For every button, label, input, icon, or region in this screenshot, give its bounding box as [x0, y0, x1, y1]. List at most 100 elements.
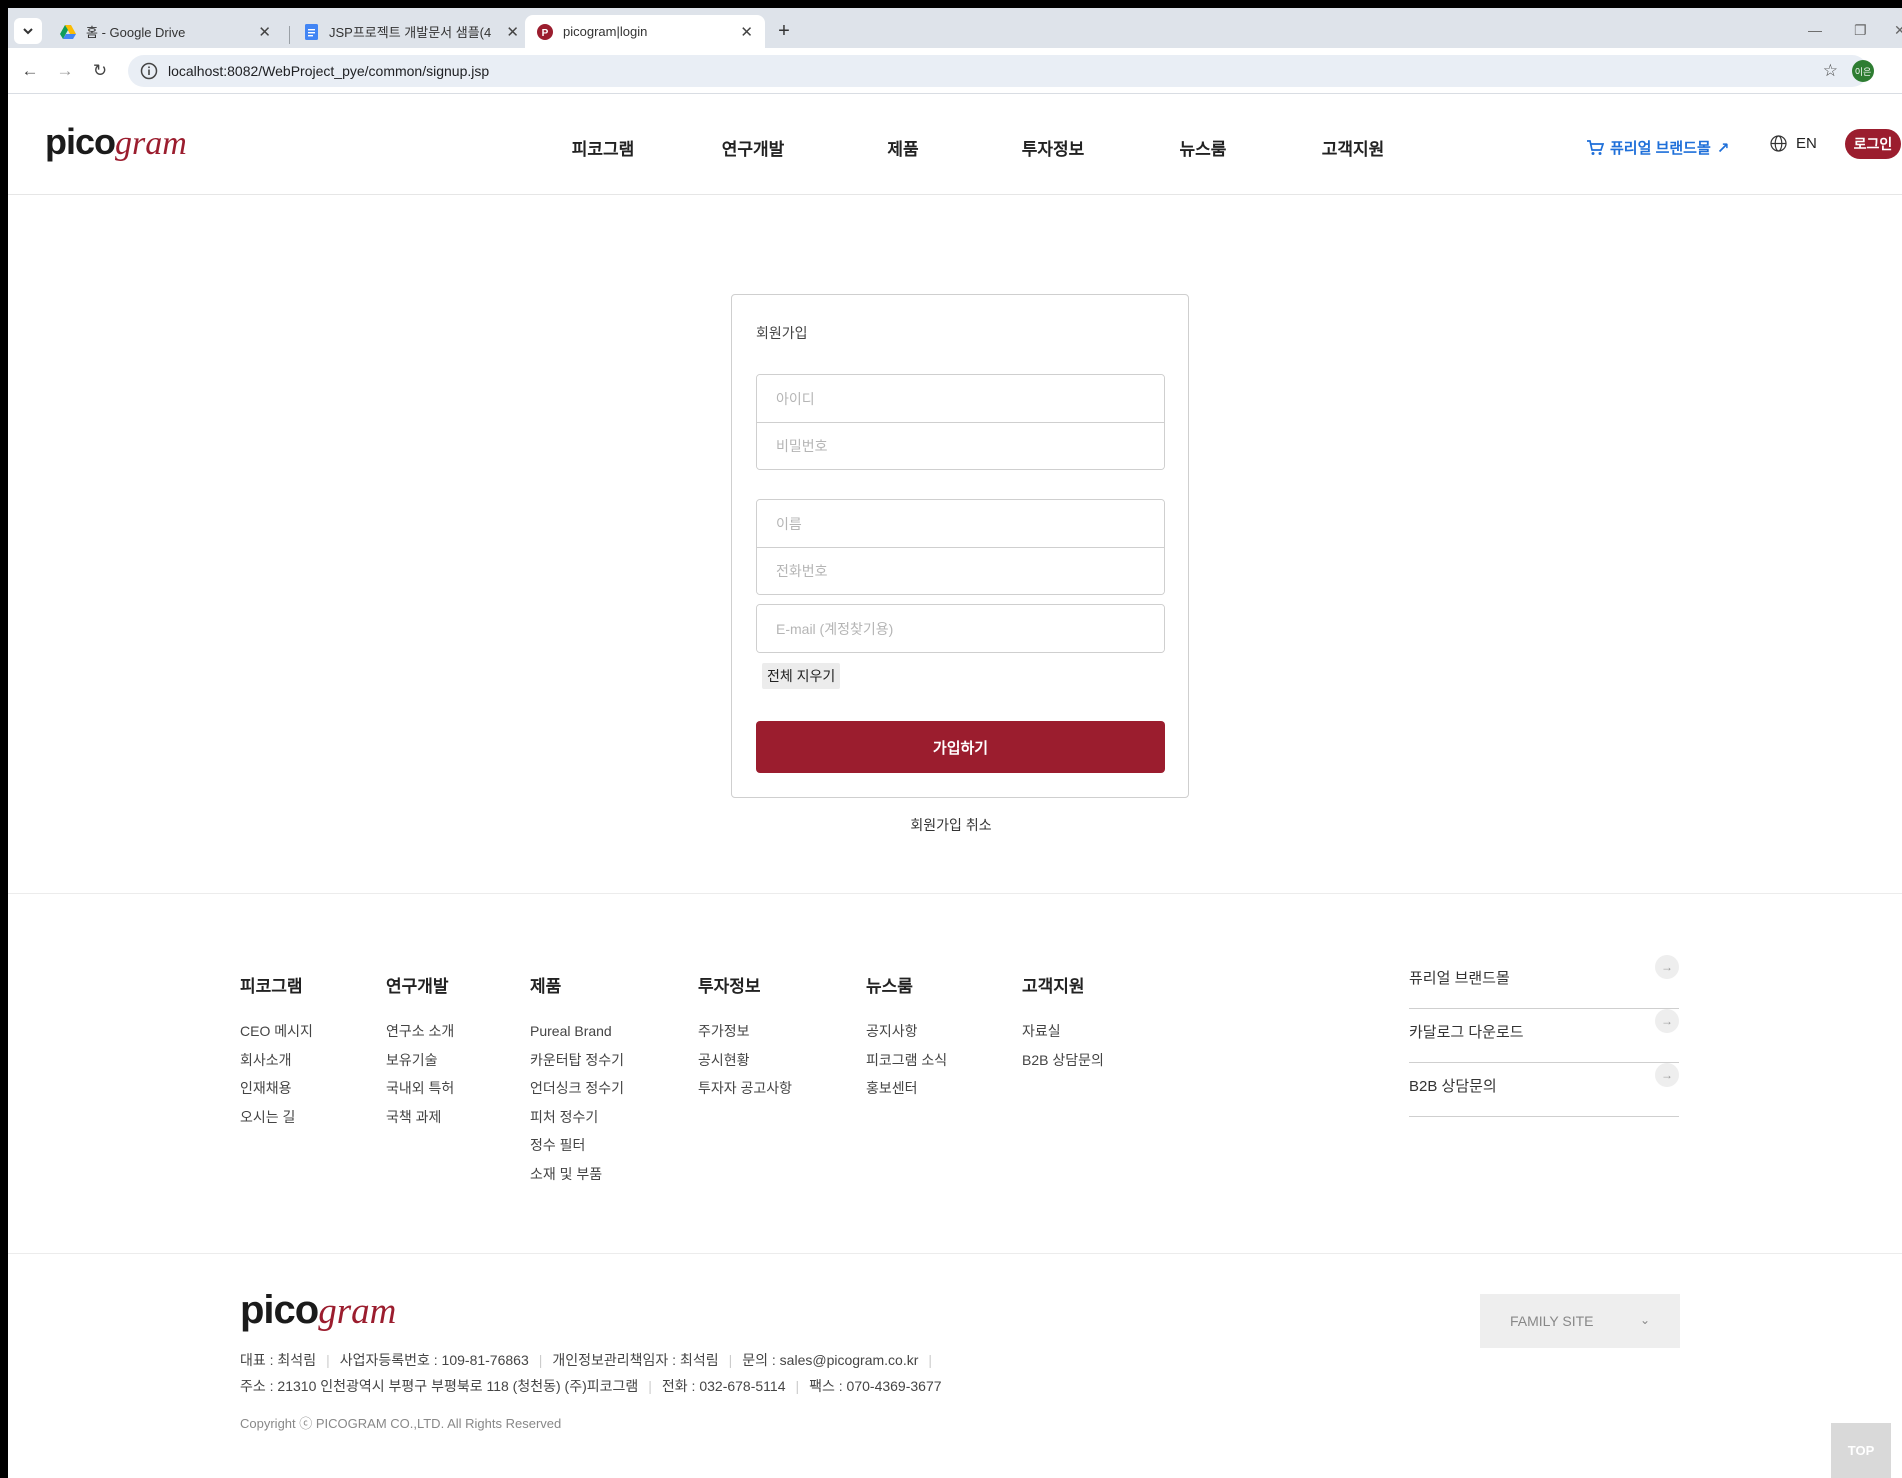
- url-text: localhost:8082/WebProject_pye/common/sig…: [168, 63, 490, 79]
- address-bar[interactable]: localhost:8082/WebProject_pye/common/sig…: [128, 55, 1868, 87]
- business-info: 대표 : 최석림 | 사업자등록번호 : 109-81-76863 | 개인정보관리책임…: [240, 1347, 942, 1399]
- nav-item-products[interactable]: 제품: [828, 135, 978, 160]
- back-arrow-icon: ←: [21, 61, 39, 80]
- svg-text:P: P: [542, 28, 549, 39]
- nav-item-rnd[interactable]: 연구개발: [678, 135, 828, 160]
- footer-link[interactable]: 회사소개: [240, 1050, 313, 1079]
- forward-button[interactable]: →: [52, 58, 78, 84]
- reload-button[interactable]: ↻: [87, 58, 113, 84]
- signup-submit-button[interactable]: 가입하기: [756, 721, 1165, 773]
- form-title: 회원가입: [756, 325, 808, 341]
- footer-link[interactable]: 보유기술: [386, 1050, 454, 1079]
- business-info-line-2: 주소 : 21310 인천광역시 부평구 부평북로 118 (청천동) (주)피…: [240, 1378, 942, 1394]
- footer-link[interactable]: CEO 메시지: [240, 1021, 313, 1050]
- footer-link[interactable]: 정수 필터: [530, 1135, 624, 1164]
- family-site-select[interactable]: FAMILY SITE ⌄: [1480, 1294, 1680, 1348]
- footer-link[interactable]: 국책 과제: [386, 1107, 454, 1136]
- close-icon[interactable]: ✕: [506, 23, 519, 41]
- footer-link[interactable]: 연구소 소개: [386, 1021, 454, 1050]
- nav-item-newsroom[interactable]: 뉴스룸: [1128, 135, 1278, 160]
- external-link-icon: ↗: [1716, 139, 1730, 157]
- tab-title: JSP프로젝트 개발문서 샘플(4: [329, 25, 492, 40]
- browser-tab-strip: 홈 - Google Drive ✕ JSP프로젝트 개발문서 샘플(4 ✕ P…: [8, 8, 1902, 48]
- footer-link[interactable]: B2B 상담문의: [1022, 1050, 1104, 1079]
- footer-column-title: 고객지원: [1022, 977, 1085, 996]
- tab-title: picogram|login: [563, 24, 648, 39]
- close-icon[interactable]: ✕: [740, 23, 753, 41]
- address-info: 주소 : 21310 인천광역시 부평구 부평북로 118 (청천동) (주)피…: [240, 1378, 639, 1394]
- footer-link[interactable]: 언더싱크 정수기: [530, 1078, 624, 1107]
- quick-link-catalog[interactable]: 카달로그 다운로드 →: [1409, 1009, 1679, 1063]
- minimize-icon[interactable]: —: [1808, 22, 1822, 38]
- nav-item-investors[interactable]: 투자정보: [978, 135, 1128, 160]
- bookmark-star-icon[interactable]: ☆: [1823, 61, 1838, 81]
- reload-icon: ↻: [92, 61, 108, 80]
- footer-link[interactable]: 홍보센터: [866, 1078, 947, 1107]
- tab-search-button[interactable]: [14, 18, 42, 44]
- ceo-info: 대표 : 최석림: [240, 1352, 317, 1368]
- footer-link[interactable]: 카운터탑 정수기: [530, 1050, 624, 1079]
- cancel-signup-label[interactable]: 회원가입 취소: [910, 817, 991, 833]
- quick-link-brand-mall[interactable]: 퓨리얼 브랜드몰 →: [1409, 955, 1679, 1009]
- page: 홈 - Google Drive ✕ JSP프로젝트 개발문서 샘플(4 ✕ P…: [0, 0, 1902, 1478]
- quick-link-b2b[interactable]: B2B 상담문의 →: [1409, 1063, 1679, 1117]
- name-input[interactable]: [757, 500, 1164, 547]
- footer-column-title: 연구개발: [386, 977, 449, 996]
- profile-avatar[interactable]: 이은: [1852, 60, 1874, 82]
- footer-column-title: 피코그램: [240, 977, 303, 996]
- footer-column-newsroom: 뉴스룸 공지사항 피코그램 소식 홍보센터: [866, 972, 947, 1107]
- footer-column-investors: 투자정보 주가정보 공시현황 투자자 공고사항: [698, 972, 792, 1107]
- site-header: pico gram 피코그램 연구개발 제품 투자정보 뉴스룸 고객지원 퓨리얼…: [8, 95, 1902, 195]
- footer-link[interactable]: 피코그램 소식: [866, 1050, 947, 1079]
- account-field-group: [756, 374, 1165, 470]
- footer-link[interactable]: 공시현황: [698, 1050, 792, 1079]
- email-input[interactable]: [757, 605, 1164, 652]
- copyright: Copyright ⓒ PICOGRAM CO.,LTD. All Rights…: [240, 1416, 562, 1431]
- browser-tab-picogram[interactable]: P picogram|login ✕: [525, 15, 765, 48]
- language-label: EN: [1796, 135, 1817, 152]
- browser-tab-docs[interactable]: JSP프로젝트 개발문서 샘플(4 ✕: [291, 15, 531, 48]
- browser-tab-drive[interactable]: 홈 - Google Drive ✕: [48, 15, 283, 48]
- scroll-top-button[interactable]: TOP: [1831, 1423, 1891, 1478]
- nav-item-picogram[interactable]: 피코그램: [528, 135, 678, 160]
- clear-all-button[interactable]: 전체 지우기: [762, 663, 841, 689]
- nav-item-support[interactable]: 고객지원: [1278, 135, 1428, 160]
- footer-divider: [8, 1253, 1902, 1254]
- quick-link-label: B2B 상담문의: [1409, 1078, 1497, 1095]
- business-info-line-1: 대표 : 최석림 | 사업자등록번호 : 109-81-76863 | 개인정보관리책임…: [240, 1352, 933, 1368]
- logo-text-pico: pico: [240, 1288, 319, 1332]
- footer-link[interactable]: 인재채용: [240, 1078, 313, 1107]
- footer-link[interactable]: 소재 및 부품: [530, 1164, 624, 1193]
- footer-link[interactable]: 공지사항: [866, 1021, 947, 1050]
- back-button[interactable]: ←: [17, 58, 43, 84]
- footer-link[interactable]: 오시는 길: [240, 1107, 313, 1136]
- restore-icon[interactable]: ❐: [1854, 22, 1867, 39]
- phone-input[interactable]: [757, 547, 1164, 594]
- language-selector[interactable]: EN: [1770, 135, 1817, 152]
- cart-icon: [1587, 139, 1604, 155]
- new-tab-button[interactable]: +: [770, 18, 798, 44]
- contact-info: 문의 : sales@picogram.co.kr: [742, 1352, 919, 1368]
- forward-arrow-icon: →: [56, 61, 74, 80]
- profile-field-group: [756, 499, 1165, 595]
- footer-link[interactable]: 투자자 공고사항: [698, 1078, 792, 1107]
- arrow-right-icon: →: [1655, 955, 1679, 979]
- close-icon[interactable]: ✕: [258, 23, 271, 41]
- footer-link[interactable]: 국내외 특허: [386, 1078, 454, 1107]
- quick-link-label: 카달로그 다운로드: [1409, 1024, 1524, 1041]
- footer-link[interactable]: 자료실: [1022, 1021, 1104, 1050]
- picogram-favicon: P: [537, 23, 553, 40]
- footer-link[interactable]: 주가정보: [698, 1021, 792, 1050]
- reg-no-info: 사업자등록번호 : 109-81-76863: [339, 1352, 529, 1368]
- site-logo[interactable]: pico gram: [45, 121, 187, 163]
- footer-link[interactable]: Pureal Brand: [530, 1021, 624, 1050]
- id-input[interactable]: [757, 375, 1164, 422]
- window-frame-left: [0, 0, 8, 1478]
- brand-mall-link[interactable]: 퓨리얼 브랜드몰 ↗: [1586, 137, 1729, 158]
- login-button[interactable]: 로그인: [1845, 129, 1901, 159]
- close-window-icon[interactable]: ✕: [1894, 22, 1902, 39]
- logo-text-gram: gram: [115, 125, 187, 162]
- footer-column-rnd: 연구개발 연구소 소개 보유기술 국내외 특허 국책 과제: [386, 972, 454, 1135]
- footer-link[interactable]: 피처 정수기: [530, 1107, 624, 1136]
- password-input[interactable]: [757, 422, 1164, 469]
